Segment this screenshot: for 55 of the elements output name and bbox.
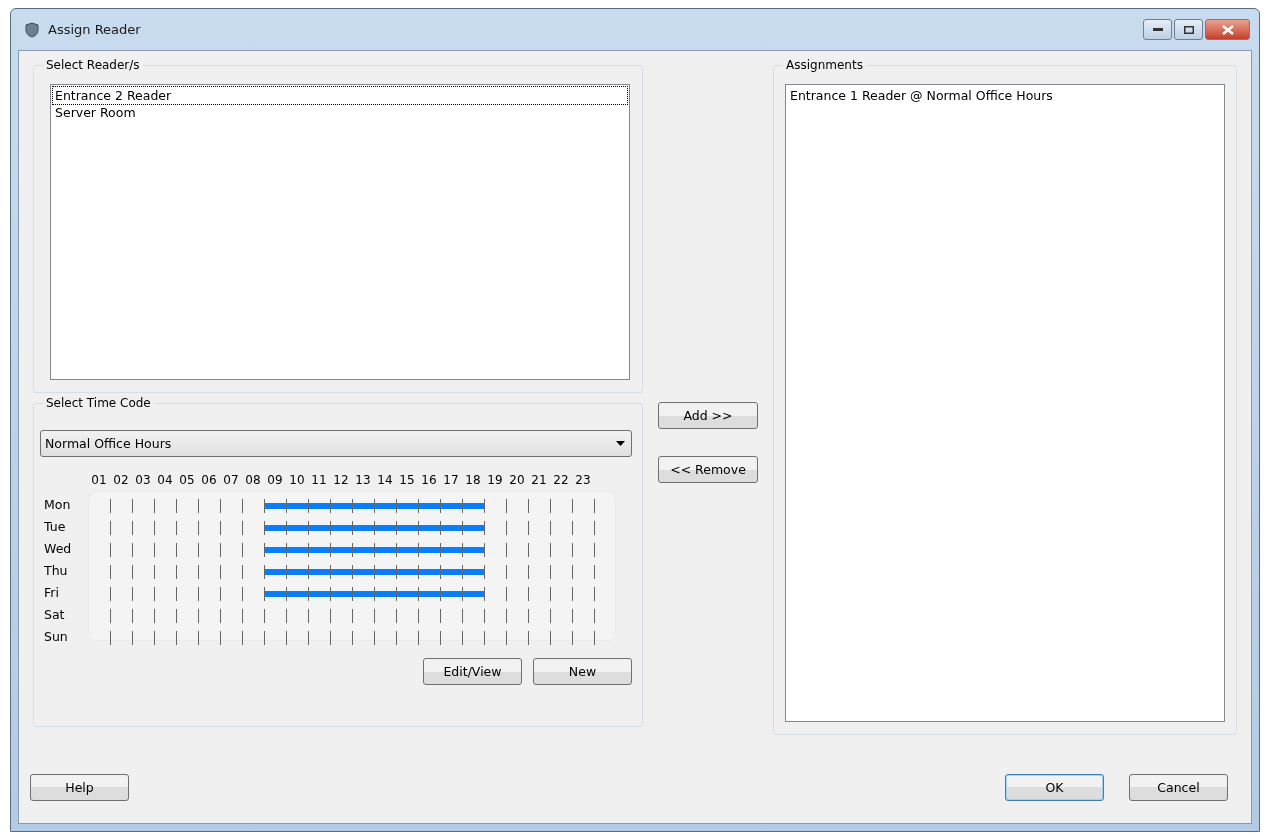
list-item[interactable]: Entrance 2 Reader <box>53 87 627 104</box>
time-code-dropdown[interactable]: Normal Office Hours <box>40 430 632 457</box>
dropdown-arrow-icon <box>616 441 625 446</box>
hour-label: 13 <box>354 473 372 487</box>
hour-label: 15 <box>398 473 416 487</box>
hour-label: 04 <box>156 473 174 487</box>
maximize-button[interactable] <box>1174 19 1203 40</box>
dialog-button[interactable]: Cancel <box>1129 774 1228 801</box>
hour-label: 02 <box>112 473 130 487</box>
hour-label: 20 <box>508 473 526 487</box>
schedule-button[interactable]: New <box>533 658 632 685</box>
list-item[interactable]: Entrance 1 Reader @ Normal Office Hours <box>788 87 1055 104</box>
transfer-button[interactable]: Add >> <box>658 402 758 429</box>
hour-label: 18 <box>464 473 482 487</box>
assignment-list[interactable]: Entrance 1 Reader @ Normal Office Hours <box>785 84 1225 722</box>
day-label: Fri <box>43 584 60 602</box>
group-label: Assignments <box>783 58 866 72</box>
group-label: Select Time Code <box>43 396 154 410</box>
day-label: Sun <box>43 628 69 646</box>
hour-label: 01 <box>90 473 108 487</box>
close-button[interactable] <box>1205 19 1250 40</box>
minimize-icon <box>1152 28 1163 31</box>
hour-label: 21 <box>530 473 548 487</box>
day-label: Wed <box>43 540 73 558</box>
shield-icon <box>24 21 40 38</box>
window-title: Assign Reader <box>48 22 142 37</box>
group-label: Select Reader/s <box>43 58 143 72</box>
hour-label: 03 <box>134 473 152 487</box>
day-label: Sat <box>43 606 66 624</box>
minimize-button[interactable] <box>1143 19 1172 40</box>
hour-label: 11 <box>310 473 328 487</box>
day-label: Tue <box>43 518 67 536</box>
hour-label: 14 <box>376 473 394 487</box>
hour-label: 23 <box>574 473 592 487</box>
close-icon <box>1221 24 1234 35</box>
hour-label: 12 <box>332 473 350 487</box>
hour-label: 10 <box>288 473 306 487</box>
hour-label: 22 <box>552 473 570 487</box>
reader-list[interactable]: Entrance 2 Reader Server Room <box>50 84 630 380</box>
maximize-icon <box>1183 25 1194 34</box>
list-item[interactable]: Server Room <box>53 104 138 121</box>
hour-label: 07 <box>222 473 240 487</box>
schedule-button[interactable]: Edit/View <box>423 658 522 685</box>
help-button[interactable]: Help <box>30 774 129 801</box>
hour-label: 06 <box>200 473 218 487</box>
hour-label: 09 <box>266 473 284 487</box>
hour-label: 19 <box>486 473 504 487</box>
dialog-button[interactable]: OK <box>1005 774 1104 801</box>
hour-label: 17 <box>442 473 460 487</box>
hour-label: 16 <box>420 473 438 487</box>
day-label: Mon <box>43 496 72 514</box>
transfer-button[interactable]: << Remove <box>658 456 758 483</box>
hour-label: 05 <box>178 473 196 487</box>
hour-label: 08 <box>244 473 262 487</box>
day-label: Thu <box>43 562 69 580</box>
